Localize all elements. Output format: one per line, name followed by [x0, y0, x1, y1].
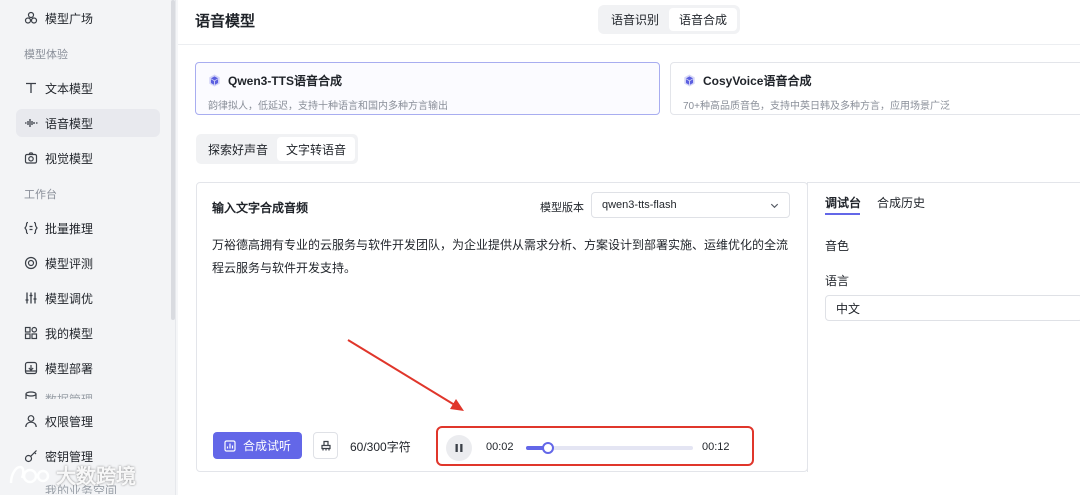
- model-card-desc: 70+种高品质音色，支持中英日韩及多种方言，应用场景广泛: [683, 101, 950, 112]
- tab-speech-synthesis[interactable]: 语音合成: [669, 8, 738, 31]
- sidebar-item-label: 批量推理: [45, 221, 94, 236]
- current-time: 00:02: [486, 441, 514, 453]
- sidebar-scrollbar[interactable]: [171, 0, 175, 320]
- synthesize-icon: [224, 439, 236, 452]
- sidebar-item-model-eval[interactable]: 模型评测: [16, 249, 160, 277]
- sidebar-section-experience: 模型体验: [24, 49, 68, 61]
- synthesize-label: 合成试听: [242, 439, 291, 453]
- synthesis-panel: 输入文字合成音频 模型版本 qwen3-tts-flash 万裕德高拥有专业的云…: [196, 182, 808, 472]
- sidebar-item-label: 视觉模型: [45, 151, 94, 166]
- model-version-value: qwen3-tts-flash: [602, 199, 677, 211]
- sidebar-item-model-tuning[interactable]: 模型调优: [16, 284, 160, 312]
- sidebar-item-batch-inference[interactable]: 批量推理: [16, 214, 160, 242]
- pause-icon: [454, 443, 464, 453]
- sidebar-item-text-model[interactable]: 文本模型: [16, 74, 160, 102]
- model-square-icon: [24, 11, 38, 25]
- main-content: 语音模型 语音识别 语音合成 Qwen3-TTS语音合成 韵律拟人，低延迟，支持…: [178, 0, 1080, 495]
- deploy-icon: [24, 361, 38, 375]
- sidebar-section-workbench: 工作台: [24, 189, 57, 201]
- language-select[interactable]: 中文: [825, 295, 1080, 321]
- progress-slider[interactable]: [526, 442, 693, 454]
- active-tab-indicator: [825, 213, 860, 215]
- total-time: 00:12: [702, 441, 730, 453]
- tab-speech-recognition[interactable]: 语音识别: [601, 8, 669, 31]
- target-icon: [24, 256, 38, 270]
- sidebar: 模型广场 模型体验 文本模型 语音模型 视觉模型 工作台 批量推理 模型评测 模…: [0, 0, 176, 495]
- sidebar-item-vision-model[interactable]: 视觉模型: [16, 144, 160, 172]
- model-logo-icon: [208, 74, 221, 87]
- sidebar-item-voice-model[interactable]: 语音模型: [16, 109, 160, 137]
- pause-button[interactable]: [446, 435, 472, 461]
- voice-mode-switch: 语音识别 语音合成: [598, 5, 741, 34]
- chevron-down-icon: [769, 200, 780, 214]
- page-title: 语音模型: [195, 13, 256, 30]
- watermark-logo-icon: [8, 463, 50, 487]
- sidebar-item-label: 权限管理: [45, 414, 94, 429]
- tab-synthesis-history[interactable]: 合成历史: [877, 194, 925, 211]
- progress-handle[interactable]: [541, 442, 554, 454]
- sub-tabs: 探索好声音 文字转语音: [196, 134, 359, 164]
- sidebar-item-label: 文本模型: [45, 81, 94, 96]
- camera-icon: [24, 151, 38, 165]
- sidebar-item-model-deploy[interactable]: 模型部署: [16, 354, 160, 382]
- sidebar-item-my-models[interactable]: 我的模型: [16, 319, 160, 347]
- user-icon: [24, 414, 38, 428]
- model-version-select[interactable]: qwen3-tts-flash: [591, 192, 790, 218]
- sidebar-item-label: 模型评测: [45, 256, 94, 271]
- header-divider: [178, 44, 1080, 45]
- clear-text-button[interactable]: [313, 432, 338, 459]
- synthesis-text-input[interactable]: 万裕德高拥有专业的云服务与软件开发团队，为企业提供从需求分析、方案设计到部署实施…: [212, 234, 797, 280]
- model-card-qwen3-tts[interactable]: Qwen3-TTS语音合成 韵律拟人，低延迟，支持十种语言和国内多种方言输出: [195, 62, 660, 115]
- panel-title: 输入文字合成音频: [212, 201, 309, 215]
- watermark: 大数跨境: [8, 460, 136, 489]
- char-count: 60/300字符: [350, 440, 411, 454]
- model-card-title: Qwen3-TTS语音合成: [228, 74, 343, 88]
- waveform-icon: [24, 116, 38, 130]
- sidebar-item-label: 模型部署: [45, 361, 94, 376]
- sidebar-item-label: 我的模型: [45, 326, 94, 341]
- grid-icon: [24, 326, 38, 340]
- sidebar-item-permissions[interactable]: 权限管理: [16, 407, 160, 435]
- sidebar-item-model-square[interactable]: 模型广场: [16, 4, 160, 32]
- sidebar-item-label: 语音模型: [45, 116, 94, 131]
- sidebar-item-data-management[interactable]: 数据管理: [16, 389, 160, 399]
- audio-player: 00:02 00:12: [436, 426, 754, 466]
- model-version-label: 模型版本: [540, 202, 584, 214]
- watermark-text: 大数跨境: [56, 466, 136, 488]
- database-icon: [24, 391, 38, 399]
- settings-panel: 调试台 合成历史 音色 语言 中文: [807, 182, 1080, 472]
- model-card-desc: 韵律拟人，低延迟，支持十种语言和国内多种方言输出: [208, 101, 448, 112]
- sliders-icon: [24, 291, 38, 305]
- text-icon: [24, 81, 38, 95]
- voice-label: 音色: [825, 239, 850, 253]
- language-label: 语言: [825, 274, 850, 288]
- eraser-icon: [320, 440, 332, 452]
- model-card-title: CosyVoice语音合成: [703, 74, 812, 88]
- sidebar-item-label: 模型调优: [45, 291, 94, 306]
- sidebar-item-label: 模型广场: [45, 11, 94, 26]
- synthesize-button[interactable]: 合成试听: [213, 432, 302, 459]
- sidebar-item-label: 数据管理: [45, 391, 93, 399]
- model-logo-icon: [683, 74, 696, 87]
- model-card-cosyvoice[interactable]: CosyVoice语音合成 70+种高品质音色，支持中英日韩及多种方言，应用场景…: [670, 62, 1080, 115]
- tab-explore-voices[interactable]: 探索好声音: [199, 137, 277, 161]
- braces-icon: [24, 221, 38, 235]
- tab-text-to-speech[interactable]: 文字转语音: [277, 137, 356, 161]
- language-value: 中文: [836, 301, 861, 316]
- tab-debug-console[interactable]: 调试台: [825, 194, 861, 211]
